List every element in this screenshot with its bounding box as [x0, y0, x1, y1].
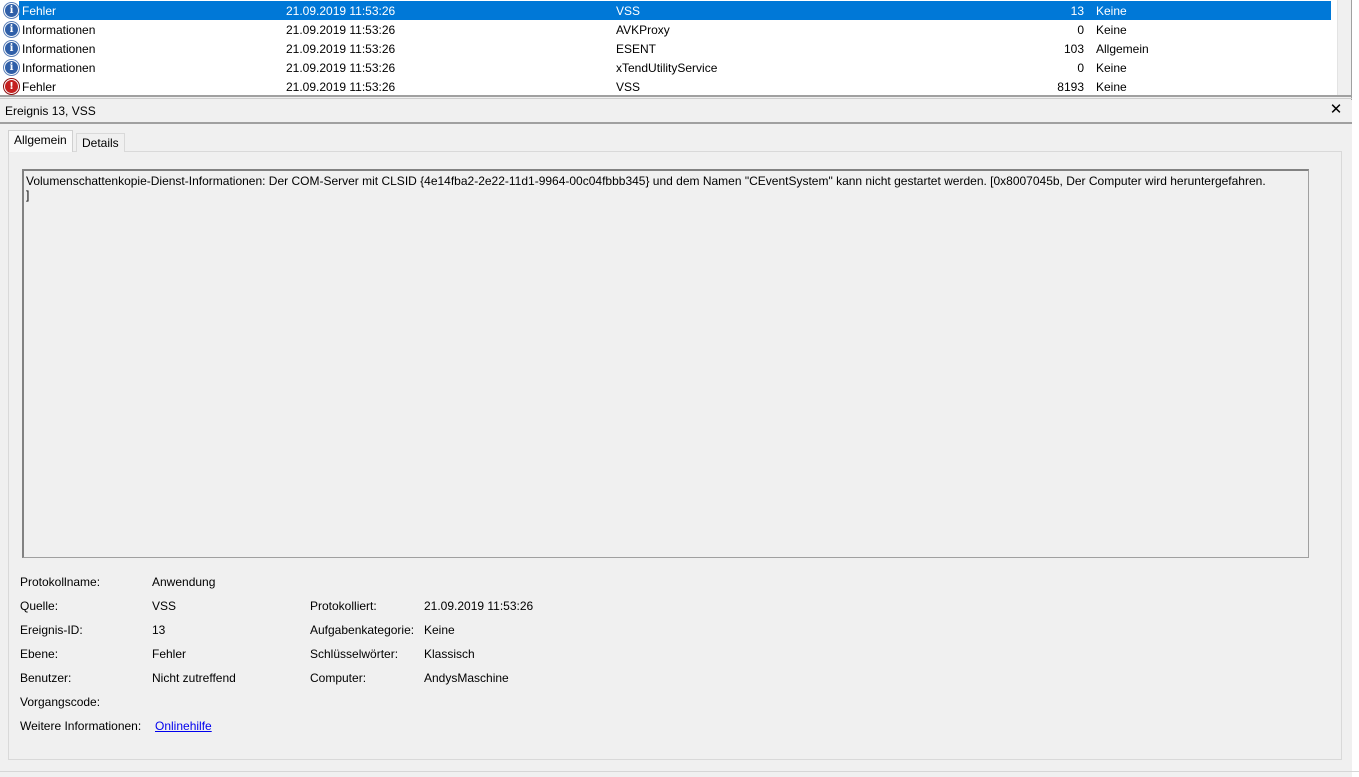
- detail-title: Ereignis 13, VSS: [5, 104, 96, 118]
- detail-header-rule: [0, 122, 1352, 124]
- event-level: Fehler: [22, 80, 57, 94]
- ereignis-id-label: Ereignis-ID:: [20, 623, 83, 637]
- event-level: Informationen: [22, 23, 96, 37]
- event-id: 8193: [1057, 80, 1084, 94]
- event-message[interactable]: Volumenschattenkopie-Dienst-Informatione…: [22, 169, 1309, 558]
- event-row[interactable]: i Informationen 21.09.2019 11:53:26 xTen…: [0, 58, 1337, 77]
- aufgabenkategorie-label: Aufgabenkategorie:: [310, 623, 415, 637]
- event-id: 0: [1077, 61, 1084, 75]
- schluesselwoerter-value: Klassisch: [424, 647, 475, 661]
- event-source: ESENT: [616, 42, 657, 56]
- event-source: xTendUtilityService: [616, 61, 718, 75]
- close-icon[interactable]: ✕: [1328, 101, 1344, 119]
- tab-details[interactable]: Details: [76, 133, 125, 152]
- event-row[interactable]: i Fehler 21.09.2019 11:53:26 VSS 13 Kein…: [0, 1, 1337, 20]
- event-source: VSS: [616, 4, 641, 18]
- computer-value: AndysMaschine: [424, 671, 509, 685]
- onlinehilfe-link[interactable]: Onlinehilfe: [155, 719, 212, 733]
- event-date: 21.09.2019 11:53:26: [286, 23, 396, 37]
- ebene-label: Ebene:: [20, 647, 59, 661]
- benutzer-label: Benutzer:: [20, 671, 72, 685]
- info-icon: i: [4, 41, 19, 56]
- quelle-value: VSS: [152, 599, 177, 613]
- tab-allgemein[interactable]: Allgemein: [8, 130, 73, 152]
- event-list[interactable]: i Fehler 21.09.2019 11:53:26 VSS 13 Kein…: [0, 0, 1337, 95]
- event-date: 21.09.2019 11:53:26: [286, 61, 396, 75]
- pane-splitter[interactable]: [0, 95, 1352, 97]
- computer-label: Computer:: [310, 671, 367, 685]
- event-category: Allgemein: [1096, 42, 1149, 56]
- protokolliert-label: Protokolliert:: [310, 599, 377, 613]
- event-date: 21.09.2019 11:53:26: [286, 80, 396, 94]
- weitere-informationen-label: Weitere Informationen:: [20, 719, 142, 733]
- quelle-label: Quelle:: [20, 599, 59, 613]
- ebene-value: Fehler: [152, 647, 187, 661]
- pane-splitter-line: [0, 98, 1352, 99]
- event-category: Keine: [1096, 61, 1127, 75]
- info-icon: i: [4, 60, 19, 75]
- error-icon: !: [4, 79, 19, 94]
- ereignis-id-value: 13: [152, 623, 166, 637]
- event-date: 21.09.2019 11:53:26: [286, 4, 396, 18]
- benutzer-value: Nicht zutreffend: [152, 671, 236, 685]
- event-id: 0: [1077, 23, 1084, 37]
- event-category: Keine: [1096, 80, 1127, 94]
- window-edge: [1352, 0, 1359, 777]
- event-id: 13: [1070, 4, 1084, 18]
- protokollname-value: Anwendung: [152, 575, 216, 589]
- event-row[interactable]: ! Fehler 21.09.2019 11:53:26 VSS 8193 Ke…: [0, 77, 1337, 95]
- vorgangscode-label: Vorgangscode:: [20, 695, 101, 709]
- protokollname-label: Protokollname:: [20, 575, 101, 589]
- event-row[interactable]: i Informationen 21.09.2019 11:53:26 ESEN…: [0, 39, 1337, 58]
- protokolliert-value: 21.09.2019 11:53:26: [424, 599, 534, 613]
- event-category: Keine: [1096, 23, 1127, 37]
- window-edge-line: [1351, 0, 1352, 100]
- selection-highlight: [19, 1, 1331, 20]
- event-source: VSS: [616, 80, 641, 94]
- event-source: AVKProxy: [616, 23, 670, 37]
- event-level: Informationen: [22, 42, 96, 56]
- aufgabenkategorie-value: Keine: [424, 623, 455, 637]
- info-icon: i: [4, 22, 19, 37]
- event-level: Informationen: [22, 61, 96, 75]
- event-row[interactable]: i Informationen 21.09.2019 11:53:26 AVKP…: [0, 20, 1337, 39]
- error-info-icon: i: [4, 3, 19, 18]
- event-level: Fehler: [22, 4, 57, 18]
- event-id: 103: [1063, 42, 1084, 56]
- event-date: 21.09.2019 11:53:26: [286, 42, 396, 56]
- event-category: Keine: [1096, 4, 1127, 18]
- schluesselwoerter-label: Schlüsselwörter:: [310, 647, 399, 661]
- status-divider: [0, 771, 1359, 772]
